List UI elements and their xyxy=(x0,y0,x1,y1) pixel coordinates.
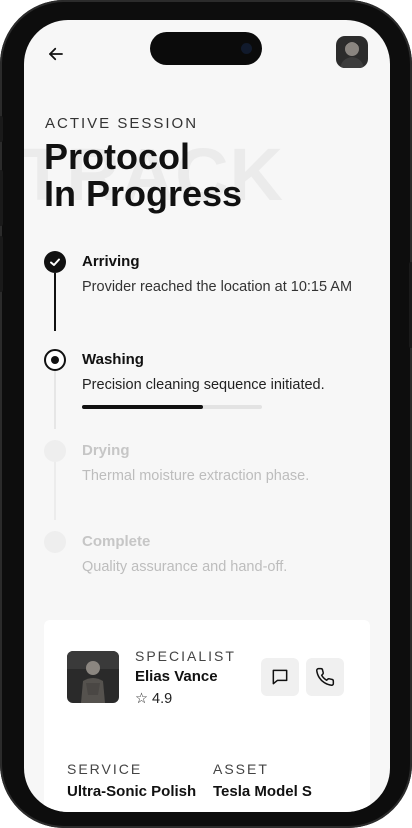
specialist-label: SPECIALIST xyxy=(135,648,236,664)
page-title: Protocol In Progress xyxy=(44,138,242,212)
specialist-name: Elias Vance xyxy=(135,668,218,685)
step-pending-marker xyxy=(44,531,66,553)
step-title: Drying xyxy=(82,442,130,459)
washing-progress-fill xyxy=(82,405,203,409)
step-description: Precision cleaning sequence initiated. xyxy=(82,377,325,393)
phone-frame: TRACK ACTIVE SESSION Protocol In Progres… xyxy=(0,0,412,828)
step-pending-marker xyxy=(44,440,66,462)
step-connector xyxy=(54,273,56,331)
volume-down-button xyxy=(0,236,3,292)
step-title: Complete xyxy=(82,533,151,550)
service-label: SERVICE xyxy=(67,761,143,777)
title-line-2: In Progress xyxy=(44,173,243,214)
specialist-card: SPECIALIST Elias Vance ☆ 4.9 SERVICE Ult… xyxy=(44,620,370,812)
mute-switch xyxy=(0,116,3,142)
step-description: Quality assurance and hand-off. xyxy=(82,559,288,575)
call-button[interactable] xyxy=(306,658,344,696)
check-icon xyxy=(50,258,60,266)
active-dot xyxy=(51,356,59,364)
session-label: ACTIVE SESSION xyxy=(45,115,199,132)
app-screen: TRACK ACTIVE SESSION Protocol In Progres… xyxy=(24,20,390,812)
arrow-left-icon xyxy=(49,47,63,61)
step-description: Thermal moisture extraction phase. xyxy=(82,468,310,484)
camera-lens xyxy=(241,43,252,54)
asset-value: Tesla Model S xyxy=(213,783,312,800)
service-value: Ultra-Sonic Polish xyxy=(67,783,197,800)
step-description: Provider reached the location at 10:15 A… xyxy=(82,279,353,295)
message-button[interactable] xyxy=(261,658,299,696)
user-avatar[interactable] xyxy=(336,36,368,68)
step-complete-marker xyxy=(44,251,66,273)
phone-icon xyxy=(316,667,335,686)
asset-label: ASSET xyxy=(213,761,269,777)
specialist-rating: ☆ 4.9 xyxy=(135,691,173,707)
washing-progress-track xyxy=(82,405,262,409)
step-title: Washing xyxy=(82,351,144,368)
specialist-avatar xyxy=(67,651,119,703)
back-button[interactable] xyxy=(42,40,70,68)
step-title: Arriving xyxy=(82,253,140,270)
dynamic-island xyxy=(150,32,262,65)
step-active-marker xyxy=(44,349,66,371)
title-line-1: Protocol xyxy=(44,136,191,177)
message-square-icon xyxy=(272,669,288,685)
step-connector xyxy=(54,462,56,520)
volume-up-button xyxy=(0,170,3,226)
step-connector xyxy=(54,371,56,429)
